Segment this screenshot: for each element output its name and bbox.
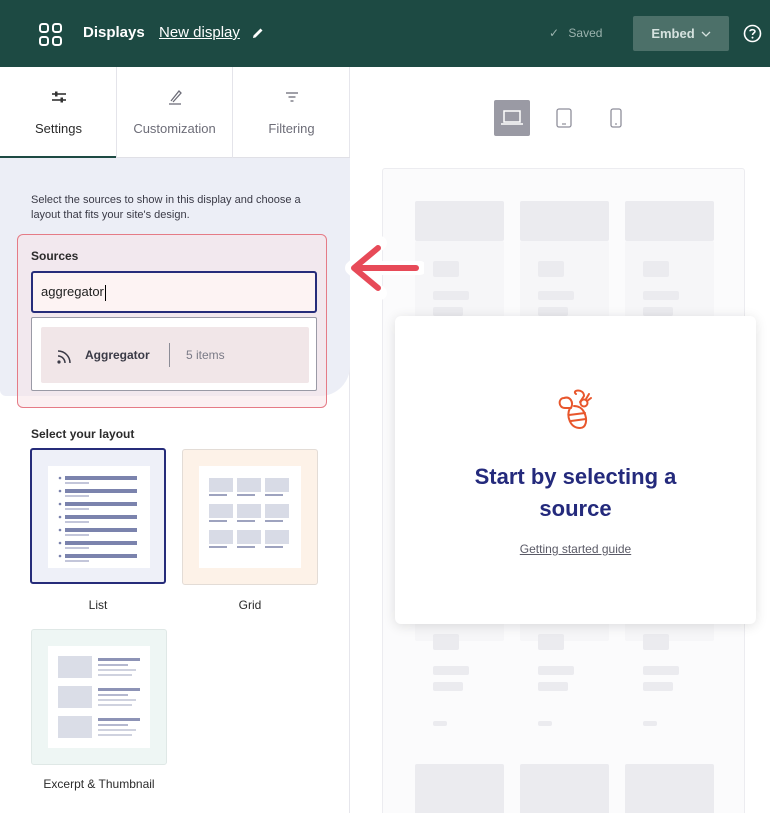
desktop-view-button[interactable] — [494, 100, 530, 136]
placeholder-block — [643, 634, 669, 650]
saved-label: Saved — [568, 26, 603, 40]
sources-search-input[interactable]: aggregator — [31, 271, 317, 313]
displays-link[interactable]: Displays — [83, 24, 145, 41]
layout-label: Select your layout — [31, 427, 135, 441]
excerpt-layout-thumbnail — [48, 646, 150, 748]
placeholder-block — [415, 764, 504, 813]
placeholder-block — [433, 634, 459, 650]
rss-icon — [57, 350, 71, 364]
placeholder-block — [520, 201, 609, 241]
tablet-icon[interactable] — [546, 100, 582, 136]
search-value: aggregator — [41, 284, 104, 299]
embed-button[interactable]: Embed — [633, 16, 729, 51]
layout-grid-label[interactable]: Grid — [182, 598, 318, 612]
settings-panel: Settings Customization Filtering Select … — [0, 67, 350, 813]
saved-status: ✓ Saved — [549, 26, 602, 40]
placeholder-block — [643, 291, 679, 300]
placeholder-block — [538, 721, 552, 726]
sources-dropdown: Aggregator 5 items — [31, 317, 317, 391]
placeholder-block — [538, 291, 574, 300]
laptop-icon — [501, 110, 523, 125]
placeholder-block — [520, 764, 609, 813]
placeholder-block — [643, 666, 679, 675]
option-separator — [169, 343, 170, 367]
placeholder-block — [538, 307, 568, 316]
layout-list-card[interactable] — [30, 448, 166, 584]
panel-tabs: Settings Customization Filtering — [0, 67, 350, 158]
bee-icon — [558, 389, 592, 429]
sliders-icon — [51, 91, 66, 103]
grid-layout-thumbnail — [199, 466, 301, 568]
mobile-icon[interactable] — [598, 100, 634, 136]
placeholder-block — [433, 666, 469, 675]
placeholder-block — [433, 291, 469, 300]
chevron-down-icon — [701, 31, 711, 37]
layout-excerpt-card[interactable] — [31, 629, 167, 765]
help-icon[interactable] — [743, 24, 762, 43]
text-caret — [104, 284, 106, 301]
option-count: 5 items — [186, 348, 225, 362]
tab-filtering-label: Filtering — [268, 121, 315, 136]
display-name[interactable]: New display — [159, 24, 240, 41]
apps-grid-icon[interactable] — [38, 22, 64, 48]
placeholder-block — [625, 764, 714, 813]
embed-label: Embed — [651, 26, 695, 41]
placeholder-block — [538, 666, 574, 675]
placeholder-block — [433, 261, 459, 277]
placeholder-block — [643, 721, 657, 726]
layout-excerpt-label[interactable]: Excerpt & Thumbnail — [31, 777, 167, 791]
top-bar: Displays New display ✓ Saved Embed — [0, 0, 770, 67]
placeholder-block — [643, 682, 673, 691]
pencil-icon[interactable] — [251, 26, 265, 40]
tab-customization[interactable]: Customization — [116, 67, 233, 158]
placeholder-block — [643, 307, 673, 316]
placeholder-block — [433, 682, 463, 691]
left-arrow-icon — [345, 236, 424, 300]
tab-settings[interactable]: Settings — [0, 67, 117, 158]
brush-icon — [168, 90, 182, 105]
option-name: Aggregator — [85, 348, 150, 362]
placeholder-block — [538, 682, 568, 691]
empty-state-title: Start by selecting a source — [474, 464, 677, 521]
tab-settings-label: Settings — [35, 121, 82, 136]
layout-list-label[interactable]: List — [30, 598, 166, 612]
checkmark-icon: ✓ — [549, 26, 560, 40]
layout-grid-card[interactable] — [182, 449, 318, 585]
placeholder-block — [538, 261, 564, 277]
placeholder-block — [433, 307, 463, 316]
filter-icon — [285, 92, 298, 102]
sources-label: Sources — [31, 249, 79, 263]
placeholder-block — [415, 201, 504, 241]
tab-customization-label: Customization — [133, 121, 216, 136]
tab-filtering[interactable]: Filtering — [233, 67, 350, 158]
intro-text: Select the sources to show in this displ… — [31, 194, 301, 221]
empty-state-card: Start by selecting a source Getting star… — [395, 316, 756, 624]
placeholder-block — [643, 261, 669, 277]
placeholder-block — [625, 201, 714, 241]
getting-started-link[interactable]: Getting started guide — [395, 542, 756, 556]
source-option-aggregator[interactable]: Aggregator 5 items — [41, 327, 309, 383]
placeholder-block — [433, 721, 447, 726]
list-layout-thumbnail — [48, 466, 150, 568]
placeholder-block — [538, 634, 564, 650]
